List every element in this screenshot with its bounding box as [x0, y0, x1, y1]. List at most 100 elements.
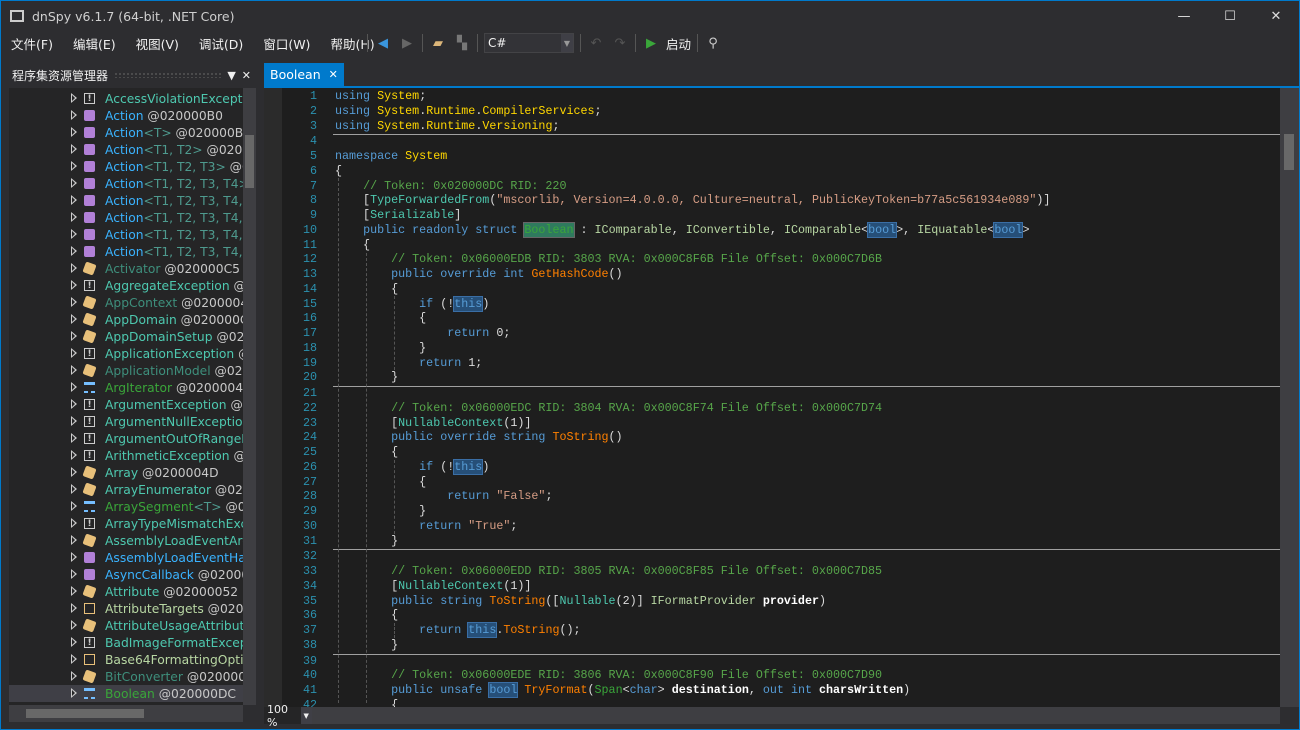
expand-arrow-icon[interactable] [71, 399, 77, 409]
search-icon[interactable]: ⚲ [704, 36, 722, 51]
tree-item[interactable]: ArraySegment<T> @02 [9, 498, 243, 515]
expand-arrow-icon[interactable] [71, 382, 77, 392]
forward-icon[interactable]: ▶ [398, 36, 416, 51]
tree-item[interactable]: Action<T1, T2, T3, T4, T [9, 192, 243, 209]
maximize-button[interactable]: ☐ [1207, 1, 1253, 31]
expand-arrow-icon[interactable] [71, 246, 77, 256]
expand-arrow-icon[interactable] [71, 110, 77, 120]
tree-vertical-scrollbar[interactable] [243, 88, 256, 705]
expand-arrow-icon[interactable] [71, 144, 77, 154]
tree-item[interactable]: ! ArithmeticException @0 [9, 447, 243, 464]
highlighted-reference[interactable]: this [453, 458, 484, 475]
expand-arrow-icon[interactable] [71, 552, 77, 562]
highlighted-reference[interactable]: this [467, 622, 498, 638]
back-icon[interactable]: ◀ [374, 36, 392, 51]
menu-view[interactable]: 视图(V) [126, 34, 189, 53]
tree-item[interactable]: AttributeUsageAttribute [9, 617, 243, 634]
expand-arrow-icon[interactable] [71, 586, 77, 596]
expand-arrow-icon[interactable] [71, 212, 77, 222]
menu-edit[interactable]: 编辑(E) [63, 34, 126, 53]
expand-arrow-icon[interactable] [71, 654, 77, 664]
scroll-thumb[interactable] [26, 709, 144, 718]
expand-arrow-icon[interactable] [71, 688, 77, 698]
expand-arrow-icon[interactable] [71, 450, 77, 460]
expand-arrow-icon[interactable] [71, 331, 77, 341]
expand-arrow-icon[interactable] [71, 297, 77, 307]
save-all-icon[interactable]: ▚ [453, 36, 471, 51]
expand-arrow-icon[interactable] [71, 569, 77, 579]
expand-arrow-icon[interactable] [71, 229, 77, 239]
highlighted-reference[interactable]: bool [993, 221, 1024, 238]
panel-menu-chevron-icon[interactable]: ▼ [227, 69, 235, 82]
tree-item[interactable]: AppContext @0200004I [9, 294, 243, 311]
tree-item[interactable]: Attribute @02000052 [9, 583, 243, 600]
tree-item[interactable]: ArrayEnumerator @020 [9, 481, 243, 498]
tree-item[interactable]: Base64FormattingOptic [9, 651, 243, 668]
expand-arrow-icon[interactable] [71, 314, 77, 324]
expand-arrow-icon[interactable] [71, 637, 77, 647]
expand-arrow-icon[interactable] [71, 501, 77, 511]
expand-arrow-icon[interactable] [71, 467, 77, 477]
tree-item[interactable]: Action<T1, T2, T3> @02 [9, 158, 243, 175]
tree-item[interactable]: AppDomain @020000C [9, 311, 243, 328]
tree-item[interactable]: ! ArrayTypeMismatchExc [9, 515, 243, 532]
expand-arrow-icon[interactable] [71, 433, 77, 443]
expand-arrow-icon[interactable] [71, 178, 77, 188]
open-icon[interactable]: ▰ [429, 36, 447, 51]
tree-item[interactable]: ! ArgumentNullException [9, 413, 243, 430]
highlighted-reference[interactable]: bool [488, 682, 519, 698]
tree-item[interactable]: ! ArgumentException @0 [9, 396, 243, 413]
tree-item[interactable]: ! BadImageFormatExcep [9, 634, 243, 651]
start-icon[interactable]: ▶ [642, 36, 660, 51]
tree-item[interactable]: AttributeTargets @0200 [9, 600, 243, 617]
tree-item[interactable]: AppDomainSetup @020 [9, 328, 243, 345]
highlighted-reference[interactable]: bool [867, 221, 898, 238]
expand-arrow-icon[interactable] [71, 348, 77, 358]
zoom-select[interactable]: 100 % ▼ [264, 703, 312, 729]
close-button[interactable]: ✕ [1253, 1, 1299, 31]
tree-item[interactable]: AssemblyLoadEventHar [9, 549, 243, 566]
expand-arrow-icon[interactable] [71, 535, 77, 545]
tree-item[interactable]: Array @0200004D [9, 464, 243, 481]
expand-arrow-icon[interactable] [71, 518, 77, 528]
expand-arrow-icon[interactable] [71, 603, 77, 613]
tree-item[interactable]: Action<T> @020000B1 [9, 124, 243, 141]
tree-item[interactable]: Action<T1, T2, T3, T4> [9, 175, 243, 192]
tab-boolean[interactable]: Boolean ✕ [264, 63, 344, 86]
tree-item[interactable]: AsyncCallback @020000 [9, 566, 243, 583]
expand-arrow-icon[interactable] [71, 263, 77, 273]
tree-item[interactable]: ! AccessViolationExceptio [9, 90, 243, 107]
tree-item[interactable]: ! ApplicationException @ [9, 345, 243, 362]
tree-item[interactable]: Action<T1, T2, T3, T4, T [9, 243, 243, 260]
tree-item[interactable]: Action<T1, T2, T3, T4, T [9, 226, 243, 243]
scroll-thumb[interactable] [245, 135, 254, 188]
editor-vertical-scrollbar[interactable] [1280, 88, 1299, 707]
menu-file[interactable]: 文件(F) [1, 34, 63, 53]
tree-item[interactable]: ! ArgumentOutOfRangeE [9, 430, 243, 447]
tree-horizontal-scrollbar[interactable] [9, 705, 243, 722]
highlighted-reference[interactable]: Boolean [523, 221, 575, 238]
tree-item[interactable]: AssemblyLoadEventArg [9, 532, 243, 549]
tree-item[interactable]: Activator @020000C5 [9, 260, 243, 277]
language-select[interactable]: C# ▼ [484, 33, 574, 53]
tab-close-icon[interactable]: ✕ [329, 68, 338, 81]
tree-item[interactable]: BitConverter @020000D [9, 668, 243, 685]
expand-arrow-icon[interactable] [71, 484, 77, 494]
scroll-thumb[interactable] [1284, 134, 1294, 170]
expand-arrow-icon[interactable] [71, 365, 77, 375]
redo-icon[interactable]: ↷ [611, 36, 629, 51]
tree-item[interactable]: Action @020000B0 [9, 107, 243, 124]
highlighted-reference[interactable]: this [453, 295, 484, 312]
expand-arrow-icon[interactable] [71, 280, 77, 290]
drag-handle[interactable] [114, 72, 222, 78]
tree-item[interactable]: Action<T1, T2> @02000 [9, 141, 243, 158]
tree-item[interactable]: ApplicationModel @020 [9, 362, 243, 379]
undo-icon[interactable]: ↶ [587, 36, 605, 51]
expand-arrow-icon[interactable] [71, 93, 77, 103]
menu-debug[interactable]: 调试(D) [189, 34, 253, 53]
code-editor[interactable]: 1 using System; 2 using System.Runtime.Comp… [264, 88, 1280, 707]
menu-window[interactable]: 窗口(W) [253, 34, 320, 53]
expand-arrow-icon[interactable] [71, 127, 77, 137]
panel-close-icon[interactable]: ✕ [242, 69, 251, 82]
tree-item[interactable]: Boolean @020000DC [9, 685, 243, 702]
